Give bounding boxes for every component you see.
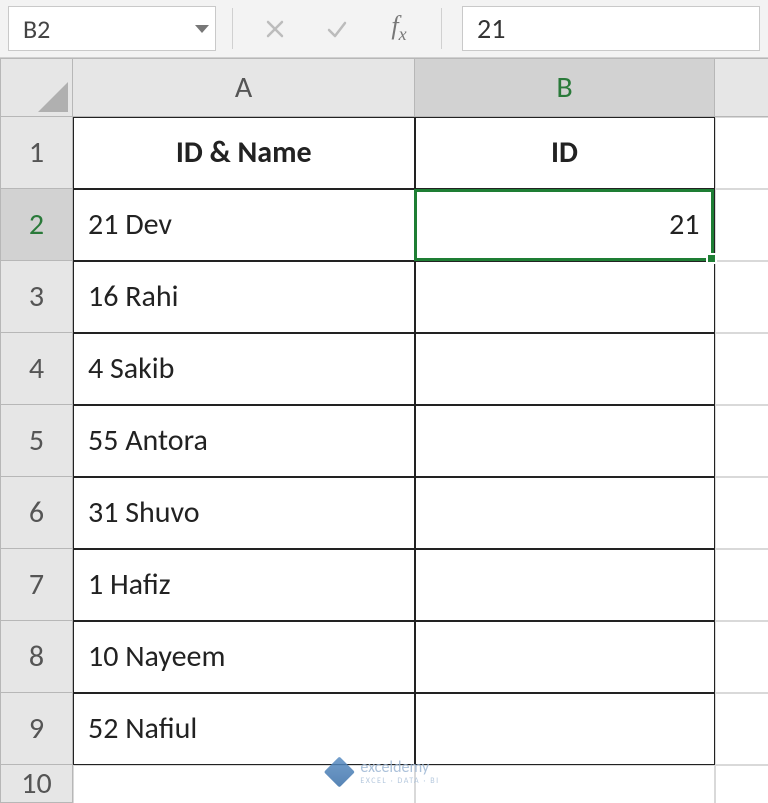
row-header-3[interactable]: 3	[1, 261, 73, 333]
cell-a5-value: 55 Antora	[73, 405, 415, 477]
cell-a3[interactable]: 16 Rahi	[73, 261, 415, 333]
cell-b9[interactable]	[415, 693, 715, 765]
cell-b3-value	[415, 261, 715, 333]
cell-b1[interactable]: ID	[415, 117, 715, 189]
cell-b1-value: ID	[415, 117, 715, 189]
cell-b7-value	[415, 549, 715, 621]
cell-a1-value: ID & Name	[73, 117, 415, 189]
row-header-8[interactable]: 8	[1, 621, 73, 693]
fx-icon: fx	[391, 11, 406, 45]
cell-b10[interactable]	[415, 765, 715, 803]
select-all-corner[interactable]	[1, 59, 73, 117]
cell-a10[interactable]	[73, 765, 415, 803]
cell-b2[interactable]: 21	[415, 189, 715, 261]
cell-b2-value: 21	[415, 189, 715, 261]
divider	[232, 8, 233, 49]
dropdown-icon[interactable]	[195, 25, 209, 33]
cell-b4[interactable]	[415, 333, 715, 405]
row-header-2[interactable]: 2	[1, 189, 73, 261]
enter-button[interactable]	[311, 6, 363, 51]
formula-input[interactable]: 21	[462, 6, 760, 51]
cancel-button[interactable]	[249, 6, 301, 51]
cell-b8-value	[415, 621, 715, 693]
row-header-7[interactable]: 7	[1, 549, 73, 621]
cell-a2-value: 21 Dev	[73, 189, 415, 261]
cell-c6[interactable]	[715, 477, 768, 549]
row-header-9[interactable]: 9	[1, 693, 73, 765]
cell-a8-value: 10 Nayeem	[73, 621, 415, 693]
check-icon	[325, 17, 349, 41]
triangle-icon	[38, 82, 68, 112]
cell-c3[interactable]	[715, 261, 768, 333]
cell-a9[interactable]: 52 Nafiul	[73, 693, 415, 765]
cell-c8[interactable]	[715, 621, 768, 693]
spreadsheet: A B 1 ID & Name ID 2 21 Dev 21 3 16 Rahi…	[0, 58, 768, 803]
column-header-a[interactable]: A	[73, 59, 415, 117]
cell-c9[interactable]	[715, 693, 768, 765]
column-header-c[interactable]	[715, 59, 768, 117]
cell-a8[interactable]: 10 Nayeem	[73, 621, 415, 693]
row-header-4[interactable]: 4	[1, 333, 73, 405]
cell-a1[interactable]: ID & Name	[73, 117, 415, 189]
cell-c5[interactable]	[715, 405, 768, 477]
cell-b6[interactable]	[415, 477, 715, 549]
cell-b5[interactable]	[415, 405, 715, 477]
cell-b6-value	[415, 477, 715, 549]
cell-a2[interactable]: 21 Dev	[73, 189, 415, 261]
cell-a5[interactable]: 55 Antora	[73, 405, 415, 477]
cell-a4[interactable]: 4 Sakib	[73, 333, 415, 405]
cell-a6-value: 31 Shuvo	[73, 477, 415, 549]
cell-a3-value: 16 Rahi	[73, 261, 415, 333]
name-box[interactable]: B2	[8, 6, 216, 51]
row-header-5[interactable]: 5	[1, 405, 73, 477]
row-header-1[interactable]: 1	[1, 117, 73, 189]
cell-a9-value: 52 Nafiul	[73, 693, 415, 765]
cell-c1[interactable]	[715, 117, 768, 189]
cell-a6[interactable]: 31 Shuvo	[73, 477, 415, 549]
cell-c2[interactable]	[715, 189, 768, 261]
cell-a4-value: 4 Sakib	[73, 333, 415, 405]
name-box-value: B2	[23, 13, 50, 45]
cell-a7-value: 1 Hafiz	[73, 549, 415, 621]
cell-c10[interactable]	[715, 765, 768, 803]
row-header-10[interactable]: 10	[1, 765, 73, 803]
cell-a7[interactable]: 1 Hafiz	[73, 549, 415, 621]
cell-b9-value	[415, 693, 715, 765]
cell-b4-value	[415, 333, 715, 405]
insert-function-button[interactable]: fx	[373, 6, 425, 51]
grid[interactable]: A B 1 ID & Name ID 2 21 Dev 21 3 16 Rahi…	[0, 58, 768, 803]
column-header-b[interactable]: B	[415, 59, 715, 117]
x-icon	[263, 17, 287, 41]
cell-b3[interactable]	[415, 261, 715, 333]
cell-b7[interactable]	[415, 549, 715, 621]
divider	[441, 8, 442, 49]
cell-b8[interactable]	[415, 621, 715, 693]
cell-c4[interactable]	[715, 333, 768, 405]
formula-bar: B2 fx 21	[0, 0, 768, 58]
row-header-6[interactable]: 6	[1, 477, 73, 549]
cell-b5-value	[415, 405, 715, 477]
cell-c7[interactable]	[715, 549, 768, 621]
